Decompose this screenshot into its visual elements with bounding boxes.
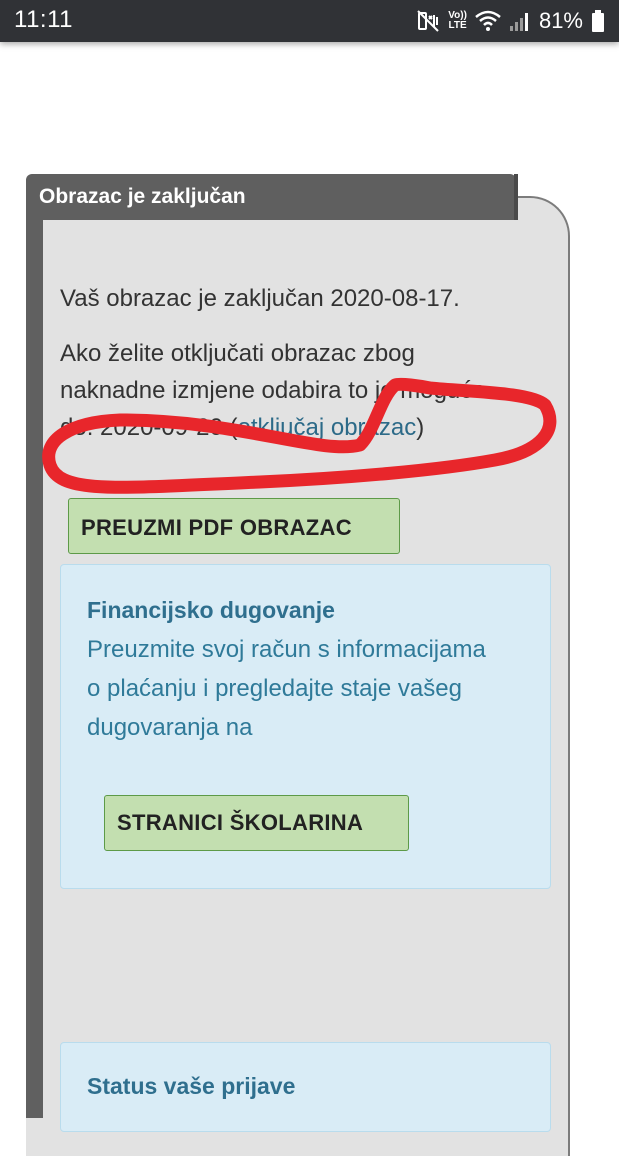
wifi-icon: [475, 10, 501, 32]
status-icons: Vo)) LTE 81%: [416, 8, 605, 34]
battery-percent: 81%: [538, 8, 583, 33]
unlock-instructions: Ako želite otključati obrazac zbog nakna…: [60, 335, 500, 446]
signal-icon: [509, 10, 531, 32]
unlock-form-link[interactable]: otključaj obrazac: [237, 414, 416, 441]
volte-icon: Vo)) LTE: [448, 10, 467, 31]
download-pdf-button[interactable]: PREUZMI PDF OBRAZAC: [68, 498, 400, 554]
application-status-title: Status vaše prijave: [87, 1073, 296, 1099]
status-time: 11:11: [14, 6, 73, 33]
tuition-page-button[interactable]: STRANICI ŠKOLARINA: [104, 795, 409, 851]
battery-icon: [591, 10, 605, 32]
unlock-text-suffix: ): [416, 414, 425, 441]
finance-text: Preuzmite svoj račun s informacijama o p…: [87, 636, 486, 741]
mute-vibrate-icon: [416, 9, 440, 33]
card-left-rail: [26, 218, 43, 1118]
status-bar: 11:11 Vo)) LTE 81%: [0, 0, 619, 42]
locked-date-text: Vaš obrazac je zaključan 2020-08-17.: [60, 285, 460, 312]
finance-title: Financijsko dugovanje: [87, 597, 335, 623]
card-header: Obrazac je zaključan: [26, 174, 518, 220]
